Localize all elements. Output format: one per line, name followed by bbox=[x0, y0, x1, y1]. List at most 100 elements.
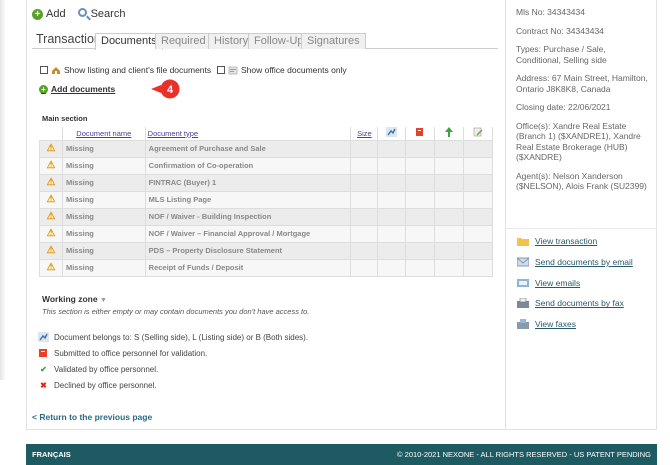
office-filter[interactable]: Show office documents only bbox=[217, 65, 347, 75]
working-zone-note: This section is either empty or may cont… bbox=[42, 307, 310, 316]
legend-side: Document belongs to: S (Selling side), L… bbox=[38, 332, 308, 342]
warning-icon: ⚠ bbox=[39, 173, 63, 192]
working-zone-title[interactable]: Working zone ▼ bbox=[42, 294, 107, 304]
step-badge: 4 bbox=[151, 79, 180, 99]
tab-required[interactable]: Required bbox=[155, 33, 212, 49]
table-row[interactable]: ⚠ Missing Agreement of Purchase and Sale bbox=[39, 139, 493, 158]
tab-signatures[interactable]: Signatures bbox=[301, 33, 366, 49]
side-icon bbox=[38, 332, 49, 342]
doc-type: PDS – Property Disclosure Statement bbox=[144, 241, 352, 260]
copyright: © 2010-2021 NEXONE - ALL RIGHTS RESERVED… bbox=[397, 450, 651, 459]
add-button[interactable]: + Add bbox=[32, 8, 66, 20]
doc-status: Missing bbox=[61, 173, 146, 192]
mailbox-icon bbox=[517, 278, 529, 287]
table-body: ⚠ Missing Agreement of Purchase and Sale ⚠ M… bbox=[39, 139, 493, 277]
doc-type: NOF / Waiver – Financial Approval / Mort… bbox=[144, 224, 352, 243]
toolbar: + Add Search bbox=[32, 8, 125, 20]
warning-icon: ⚠ bbox=[39, 156, 63, 175]
listing-filter[interactable]: Show listing and client's file documents bbox=[40, 65, 211, 75]
doc-type: Agreement of Purchase and Sale bbox=[144, 139, 352, 158]
doc-status: Missing bbox=[61, 207, 146, 226]
submitted-icon bbox=[39, 349, 47, 357]
fax-icon bbox=[517, 298, 529, 309]
doc-type: Confirmation of Co-operation bbox=[144, 156, 352, 175]
warning-icon: ⚠ bbox=[39, 139, 63, 158]
send-fax-link[interactable]: Send documents by fax bbox=[517, 298, 633, 309]
mls-number: Mls No: 34343434 bbox=[516, 7, 585, 17]
submitted-icon bbox=[416, 128, 424, 137]
tab-documents[interactable]: Documents bbox=[95, 33, 163, 50]
col-document-type[interactable]: Document type bbox=[144, 127, 352, 141]
view-faxes-link[interactable]: View faxes bbox=[517, 319, 633, 330]
doc-status: Missing bbox=[61, 156, 146, 175]
edit-doc-icon bbox=[473, 127, 483, 137]
page-shadow bbox=[0, 0, 6, 380]
documents-panel: + Add Search Transaction Documents Requir… bbox=[27, 0, 505, 430]
table-row[interactable]: ⚠ Missing Receipt of Funds / Deposit bbox=[39, 258, 493, 277]
legend-submitted: Submitted to office personnel for valida… bbox=[38, 348, 207, 358]
footer: FRANÇAIS © 2010-2021 NEXONE - ALL RIGHTS… bbox=[26, 444, 657, 465]
closing-date: Closing date: 22/06/2021 bbox=[516, 102, 611, 112]
contract-number: Contract No: 34343434 bbox=[516, 25, 604, 36]
house-icon bbox=[52, 66, 60, 74]
fax-view-icon bbox=[517, 319, 529, 330]
listing-checkbox[interactable] bbox=[40, 66, 48, 74]
table-row[interactable]: ⚠ Missing FINTRAC (Buyer) 1 bbox=[39, 173, 493, 192]
legend-declined: ✖ Declined by office personnel. bbox=[38, 380, 156, 391]
legend-validated: ✔ Validated by office personnel. bbox=[38, 364, 158, 375]
add-documents-link[interactable]: + Add documents bbox=[39, 84, 115, 94]
doc-status: Missing bbox=[61, 139, 146, 158]
doc-status: Missing bbox=[61, 190, 146, 209]
col-document-name[interactable]: Document name bbox=[61, 127, 146, 141]
warning-icon: ⚠ bbox=[39, 224, 63, 243]
divider bbox=[505, 228, 657, 229]
transaction-title: Transaction bbox=[36, 32, 101, 46]
transaction-types: Types: Purchase / Sale, Conditional, Sel… bbox=[516, 44, 607, 65]
office-doc-icon bbox=[228, 66, 238, 74]
table-row[interactable]: ⚠ Missing MLS Listing Page bbox=[39, 190, 493, 209]
send-email-link[interactable]: Send documents by email bbox=[517, 257, 633, 267]
warning-icon: ⚠ bbox=[39, 190, 63, 209]
warning-icon: ⚠ bbox=[39, 258, 63, 277]
doc-type: MLS Listing Page bbox=[144, 190, 352, 209]
doc-type: NOF / Waiver - Building Inspection bbox=[144, 207, 352, 226]
doc-type: FINTRAC (Buyer) 1 bbox=[144, 173, 352, 192]
email-icon bbox=[517, 257, 529, 267]
language-link[interactable]: FRANÇAIS bbox=[32, 450, 71, 459]
plus-icon: + bbox=[32, 9, 43, 20]
offices: Office(s): Xandre Real Estate (Branch 1)… bbox=[516, 120, 641, 163]
doc-type: Receipt of Funds / Deposit bbox=[144, 258, 352, 277]
col-validated bbox=[434, 127, 465, 141]
doc-status: Missing bbox=[61, 258, 146, 277]
return-link[interactable]: < Return to the previous page bbox=[32, 412, 152, 422]
col-submitted bbox=[405, 127, 436, 141]
table-row[interactable]: ⚠ Missing NOF / Waiver – Financial Approva… bbox=[39, 224, 493, 243]
address: Address: 67 Main Street, Hamilton, Ontar… bbox=[516, 73, 648, 94]
search-icon bbox=[77, 8, 87, 17]
side-icon bbox=[386, 127, 398, 138]
folder-icon bbox=[517, 238, 529, 246]
actions-list: View transaction Send documents by email… bbox=[517, 236, 633, 340]
chevron-down-icon: ▼ bbox=[99, 297, 107, 304]
tab-bar: Transaction Documents Required History F… bbox=[32, 32, 498, 50]
table-row[interactable]: ⚠ Missing Confirmation of Co-operation bbox=[39, 156, 493, 175]
documents-table: Document name Document type Size ⚠ Missin… bbox=[39, 127, 493, 277]
table-header: Document name Document type Size bbox=[39, 127, 493, 141]
agents: Agent(s): Nelson Xanderson ($NELSON), Al… bbox=[516, 170, 647, 192]
view-transaction-link[interactable]: View transaction bbox=[517, 236, 633, 246]
col-edit bbox=[463, 127, 493, 141]
x-icon: ✖ bbox=[40, 381, 47, 390]
add-circle-icon: + bbox=[39, 84, 48, 94]
view-emails-link[interactable]: View emails bbox=[517, 278, 633, 288]
col-side bbox=[377, 127, 407, 141]
search-button[interactable]: Search bbox=[77, 8, 125, 20]
col-size[interactable]: Size bbox=[350, 127, 379, 141]
table-row[interactable]: ⚠ Missing NOF / Waiver - Building Inspecti… bbox=[39, 207, 493, 226]
office-checkbox[interactable] bbox=[217, 66, 225, 74]
svg-text:4: 4 bbox=[167, 84, 174, 96]
check-icon: ✔ bbox=[40, 365, 47, 374]
doc-status: Missing bbox=[61, 241, 146, 260]
transaction-info-panel: Mls No: 34343434 Contract No: 34343434 T… bbox=[505, 0, 657, 430]
doc-status: Missing bbox=[61, 224, 146, 243]
table-row[interactable]: ⚠ Missing PDS – Property Disclosure Statem… bbox=[39, 241, 493, 260]
